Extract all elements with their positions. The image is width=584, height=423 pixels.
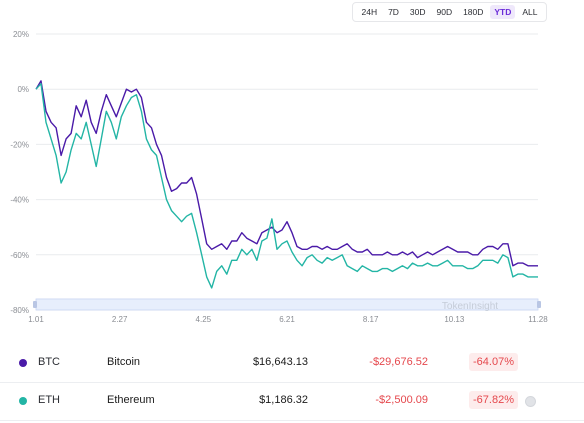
asset-price: $16,643.13 [252,356,308,368]
navigator-handle-left [33,300,37,308]
x-tick-label: 1.01 [28,315,44,324]
range-tab-30d[interactable]: 30D [406,5,430,19]
range-tab-24h[interactable]: 24H [357,5,381,19]
asset-price: $1,186.32 [259,394,308,406]
asset-symbol: ETH [38,394,60,406]
asset-percent-badge: -64.07% [469,353,518,371]
x-tick-label: 11.28 [528,315,548,324]
y-tick-label: -60% [10,251,29,260]
x-tick-label: 8.17 [363,315,379,324]
eth-series-dot [19,397,27,405]
asset-row-btc[interactable]: BTC Bitcoin $16,643.13 -$29,676.52 -64.0… [0,345,584,383]
navigator-handle-right [537,300,541,308]
y-tick-label: -80% [10,306,29,315]
x-tick-label: 4.25 [196,315,212,324]
y-tick-label: -40% [10,196,29,205]
asset-symbol: BTC [38,356,60,368]
range-tab-180d[interactable]: 180D [459,5,487,19]
series-line-eth [35,83,538,289]
x-tick-label: 10.13 [444,315,465,324]
asset-table: BTC Bitcoin $16,643.13 -$29,676.52 -64.0… [0,345,584,421]
asset-percent-badge: -67.82% [469,391,518,409]
series-line-btc [35,80,538,267]
range-tab-7d[interactable]: 7D [384,5,403,19]
btc-series-dot [19,359,27,367]
watermark: TokenInsight [442,301,498,312]
asset-change: -$29,676.52 [369,356,428,368]
y-tick-label: 20% [13,30,29,39]
remove-asset-toggle[interactable] [525,396,536,407]
x-tick-label: 2.27 [112,315,128,324]
time-range-selector: 24H 7D 30D 90D 180D YTD ALL [352,2,547,22]
asset-change: -$2,500.09 [375,394,428,406]
y-tick-label: -20% [10,140,29,149]
price-chart[interactable]: 20% 0% -20% -40% -60% -80% TokenInsight 1.01 2.2… [0,24,584,330]
asset-name: Ethereum [107,394,155,406]
range-tab-ytd[interactable]: YTD [490,5,516,19]
range-tab-all[interactable]: ALL [518,5,541,19]
x-tick-label: 6.21 [279,315,295,324]
chart-canvas[interactable]: 20% 0% -20% -40% -60% -80% TokenInsight 1.01 2.2… [0,24,584,330]
asset-name: Bitcoin [107,356,141,368]
y-tick-label: 0% [17,85,29,94]
range-tab-90d[interactable]: 90D [433,5,457,19]
asset-row-eth[interactable]: ETH Ethereum $1,186.32 -$2,500.09 -67.82… [0,383,584,421]
